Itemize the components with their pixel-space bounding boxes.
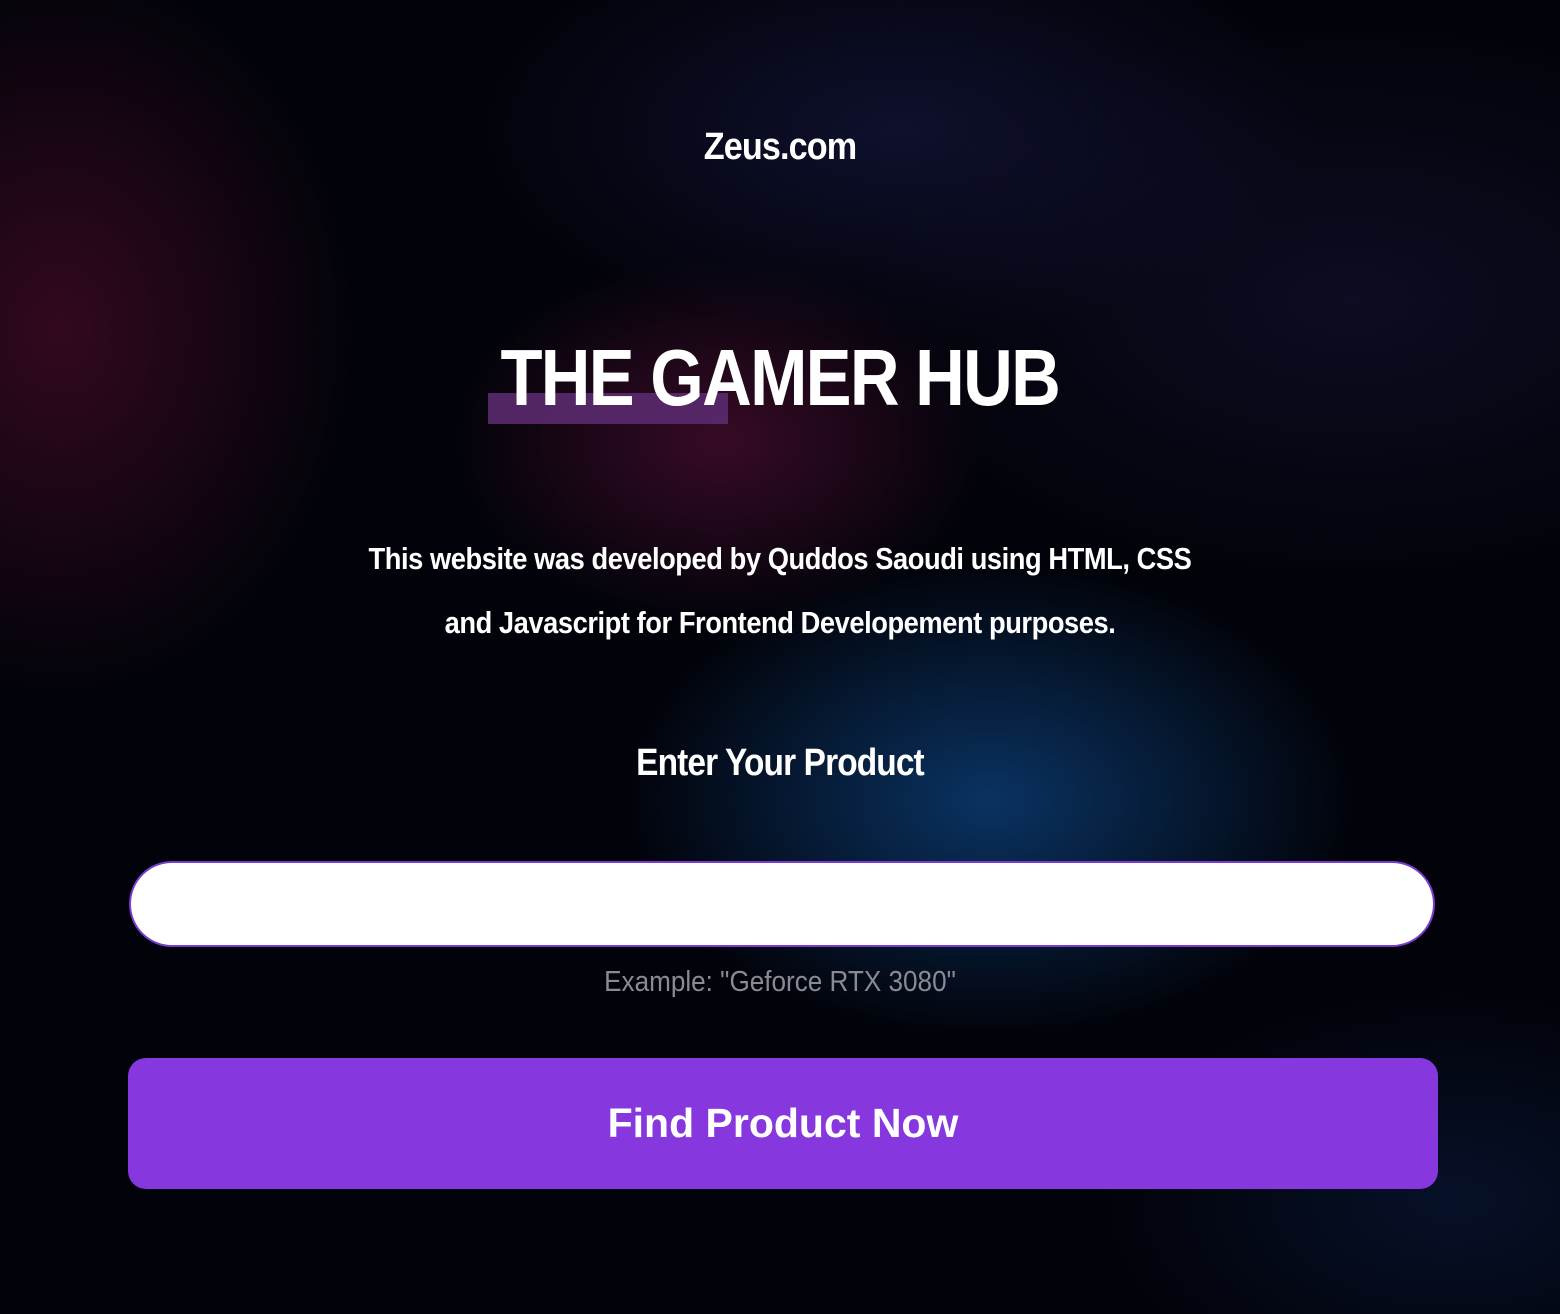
hero-title-text: THE GAMER HUB bbox=[500, 333, 1061, 422]
hero: THE GAMER HUB bbox=[0, 332, 1560, 424]
find-product-button[interactable]: Find Product Now bbox=[128, 1058, 1438, 1189]
hero-title: THE GAMER HUB bbox=[500, 332, 1061, 424]
site-description: This website was developed by Quddos Sao… bbox=[368, 541, 1192, 640]
site-name[interactable]: Zeus.com bbox=[78, 126, 1482, 169]
product-input-hint: Example: "Geforce RTX 3080" bbox=[604, 966, 956, 998]
product-input-label: Enter Your Product bbox=[636, 742, 925, 784]
product-search-input[interactable] bbox=[129, 861, 1435, 947]
